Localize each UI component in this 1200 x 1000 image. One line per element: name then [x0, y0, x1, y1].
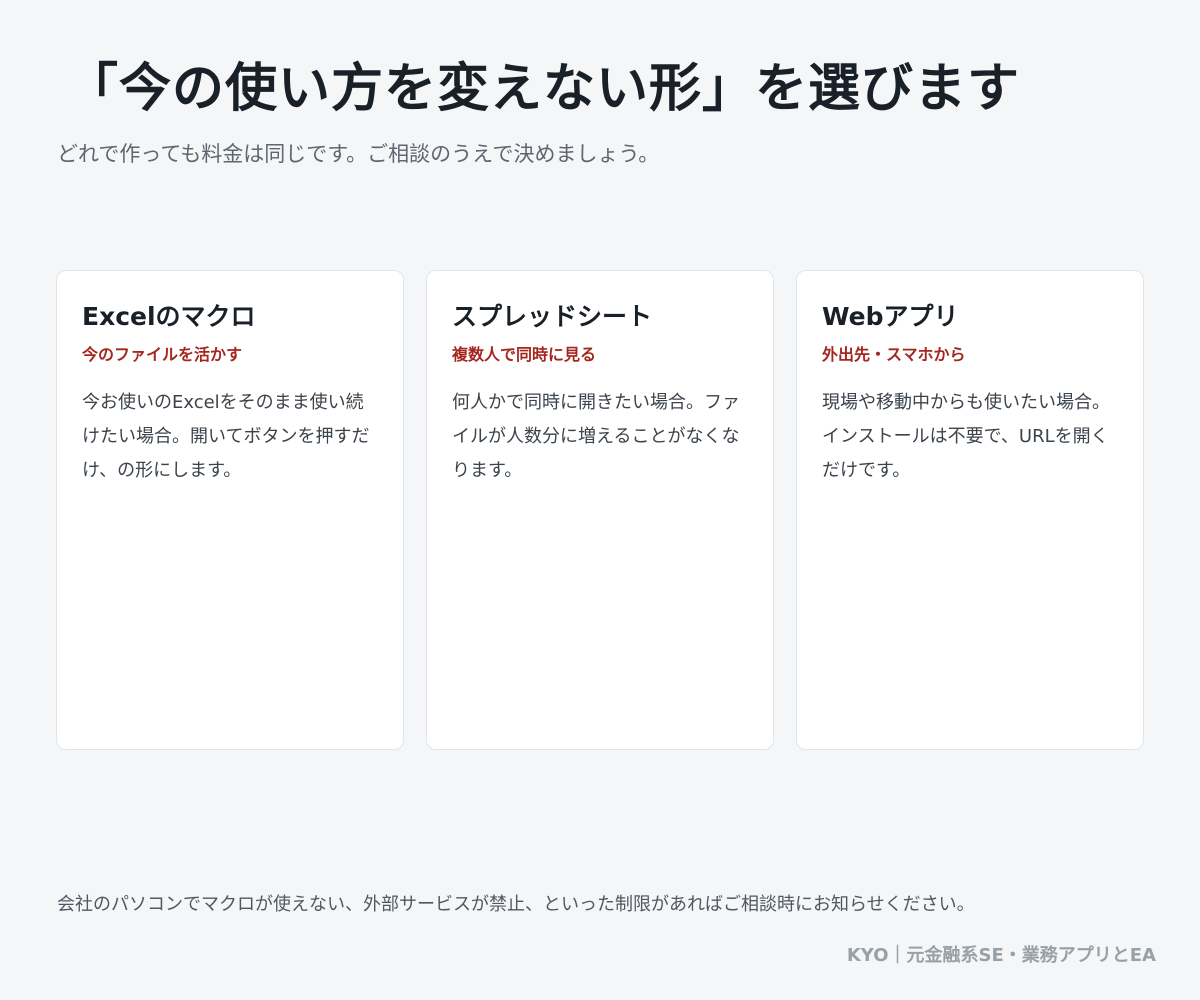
page-title: 「今の使い方を変えない形」を選びます	[66, 59, 1021, 119]
card-tagline: 今のファイルを活かす	[82, 344, 243, 364]
option-card-web-app: Webアプリ 外出先・スマホから 現場や移動中からも使いたい場合。インストールは…	[796, 270, 1144, 750]
card-tagline: 外出先・スマホから	[822, 344, 966, 364]
page-subtitle: どれで作っても料金は同じです。ご相談のうえで決めましょう。	[57, 142, 660, 166]
card-title: Excelのマクロ	[82, 302, 256, 331]
option-cards: Excelのマクロ 今のファイルを活かす 今お使いのExcelをそのまま使い続け…	[56, 270, 1144, 750]
card-description: 今お使いのExcelをそのまま使い続けたい場合。開いてボタンを押すだけ、の形にし…	[82, 391, 370, 482]
card-description: 現場や移動中からも使いたい場合。インストールは不要で、URLを開くだけです。	[822, 391, 1110, 482]
card-title: スプレッドシート	[452, 302, 653, 331]
footer-note: 会社のパソコンでマクロが使えない、外部サービスが禁止、といった制限があればご相談…	[57, 894, 975, 915]
option-card-spreadsheet: スプレッドシート 複数人で同時に見る 何人かで同時に開きたい場合。ファイルが人数…	[426, 270, 774, 750]
card-title: Webアプリ	[822, 302, 959, 331]
card-description: 何人かで同時に開きたい場合。ファイルが人数分に増えることがなくなります。	[452, 391, 740, 482]
card-tagline: 複数人で同時に見る	[452, 344, 597, 364]
author-credit: KYO｜元金融系SE・業務アプリとEA	[846, 945, 1156, 966]
option-card-excel-macro: Excelのマクロ 今のファイルを活かす 今お使いのExcelをそのまま使い続け…	[56, 270, 404, 750]
